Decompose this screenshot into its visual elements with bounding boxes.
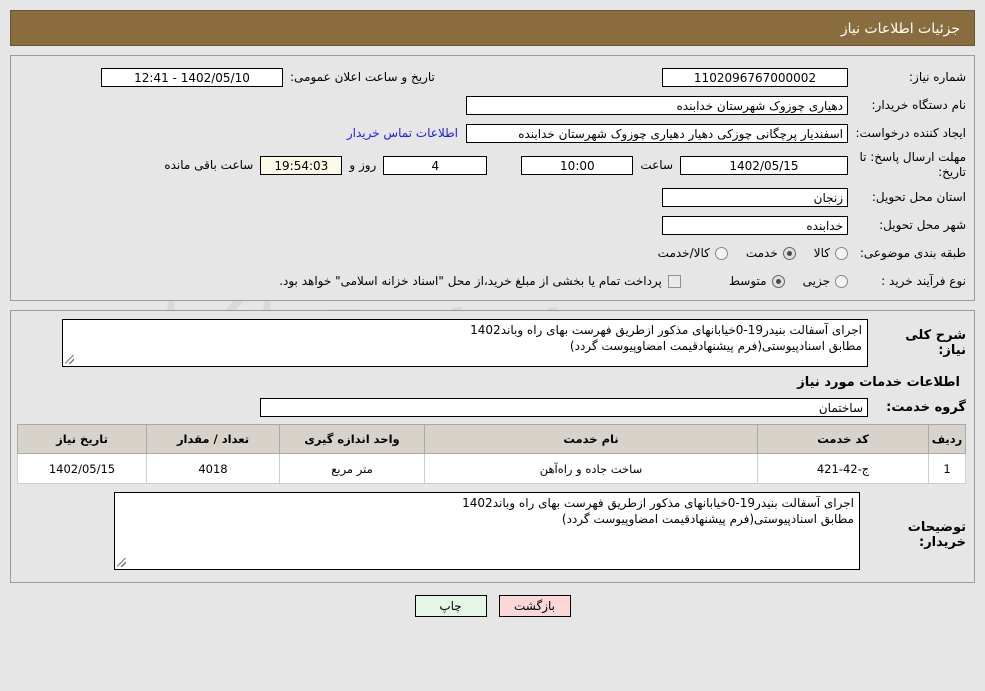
column-header-radif: ردیف [928,424,966,454]
column-header-code: کد خدمت [757,424,929,454]
services-panel: شرح کلی نیاز: اجرای آسفالت بنیدر19-0خیاب… [10,310,975,583]
cell-radif: 1 [928,453,966,484]
column-header-qty: تعداد / مقدار [146,424,280,454]
description-textarea[interactable]: اجرای آسفالت بنیدر19-0خیابانهای مذکور از… [62,319,868,367]
service-group-row: گروه خدمت: ساختمان [19,396,966,418]
need-summary-panel: شماره نیاز: 1102096767000002 تاریخ و ساع… [10,55,975,301]
deadline-date-value: 1402/05/15 [680,155,848,175]
buyer-notes-label: توضیحات خریدار: [907,520,966,550]
deadline-time-value: 10:00 [521,155,634,175]
page-title: جزئیات اطلاعات نیاز [10,10,975,46]
column-header-unit: واحد اندازه گیری [279,424,425,454]
category-row: طبقه بندی موضوعی: کالا خدمت کالا/خدمت [19,242,966,264]
service-group-label: گروه خدمت: [886,399,966,415]
buyer-org-value: دهیاری چوزوک شهرستان خدابنده [466,95,848,115]
buyer-notes-row: توضیحات خریدار: اجرای آسفالت بنیدر19-0خی… [19,492,966,570]
city-row: شهر محل تحویل: خدابنده [19,214,966,236]
cell-code: ج-42-421 [757,453,929,484]
cell-date: 1402/05/15 [17,453,147,484]
process-label: نوع فرآیند خرید : [881,274,966,288]
process-radio-group: جزیی متوسط [711,274,848,288]
process-row: نوع فرآیند خرید : جزیی متوسط پرداخت تمام… [19,270,966,292]
buyer-org-row: نام دستگاه خریدار: دهیاری چوزوک شهرستان … [19,94,966,116]
category-radio-group: کالا خدمت کالا/خدمت [640,246,848,260]
requester-label: ایجاد کننده درخواست: [855,126,966,140]
deadline-row: مهلت ارسال پاسخ: تا تاریخ: 1402/05/15 سا… [19,150,966,180]
requester-value: اسفندیار پرچگانی چوزکی دهیار دهیاری چوزو… [466,123,848,143]
category-radio-kala-khedmat[interactable] [714,246,728,260]
need-number-row: شماره نیاز: 1102096767000002 تاریخ و ساع… [19,66,966,88]
process-radio-jozei[interactable] [835,274,848,288]
announce-datetime-label: تاریخ و ساعت اعلان عمومی: [290,70,435,84]
footer-button-bar: بازگشت چاپ [10,595,975,617]
category-label-khedmat: خدمت [745,246,778,260]
announce-datetime-value: 1402/05/10 - 12:41 [101,67,283,87]
buyer-org-label: نام دستگاه خریدار: [871,98,967,112]
deadline-time-label: ساعت [640,158,673,172]
process-label-jozei: جزیی [802,274,830,288]
column-header-name: نام خدمت [424,424,758,454]
requester-row: ایجاد کننده درخواست: اسفندیار پرچگانی چو… [19,122,966,144]
cell-qty: 4018 [146,453,280,484]
column-header-date: تاریخ نیاز [17,424,147,454]
category-label: طبقه بندی موضوعی: [859,246,966,260]
cell-unit: متر مربع [279,453,425,484]
print-button[interactable]: چاپ [414,595,487,617]
process-label-motavaset: متوسط [728,274,767,288]
province-row: استان محل تحویل: زنجان [19,186,966,208]
description-label: شرح کلی نیاز: [905,328,966,358]
buyer-notes-textarea[interactable]: اجرای آسفالت بنیدر19-0خیابانهای مذکور از… [114,492,860,570]
need-number-value: 1102096767000002 [662,67,848,87]
remaining-days-value: 4 [383,155,488,175]
table-row: 1 ج-42-421 ساخت جاده و راه‌آهن متر مربع … [17,453,966,484]
page-root: جزئیات اطلاعات نیاز شماره نیاز: 11020967… [0,0,985,617]
treasury-checkbox-label: پرداخت تمام یا بخشی از مبلغ خرید،از محل … [279,274,662,288]
province-value: زنجان [662,187,848,207]
city-label: شهر محل تحویل: [879,218,966,232]
remaining-clock-label: ساعت باقی مانده [164,158,254,172]
province-label: استان محل تحویل: [871,190,966,204]
back-button[interactable]: بازگشت [498,595,571,617]
category-label-kala-khedmat: کالا/خدمت [657,246,710,260]
services-section-title: اطلاعات خدمات مورد نیاز [797,375,960,390]
need-number-label: شماره نیاز: [909,70,966,84]
city-value: خدابنده [662,215,848,235]
buyer-contact-link[interactable]: اطلاعات تماس خریدار [339,126,466,140]
category-radio-kala[interactable] [835,246,848,260]
category-radio-khedmat[interactable] [782,246,796,260]
service-group-value: ساختمان [260,397,868,417]
deadline-label: مهلت ارسال پاسخ: تا تاریخ: [859,150,966,179]
remaining-days-label: روز و [349,158,377,172]
process-radio-motavaset[interactable] [771,274,785,288]
remaining-clock-value: 19:54:03 [260,155,343,175]
description-row: شرح کلی نیاز: اجرای آسفالت بنیدر19-0خیاب… [19,319,966,367]
table-header-row: ردیف کد خدمت نام خدمت واحد اندازه گیری ت… [17,424,966,454]
treasury-checkbox[interactable] [667,274,681,288]
services-table: ردیف کد خدمت نام خدمت واحد اندازه گیری ت… [17,424,966,484]
cell-name: ساخت جاده و راه‌آهن [424,453,758,484]
category-label-kala: کالا [813,246,830,260]
